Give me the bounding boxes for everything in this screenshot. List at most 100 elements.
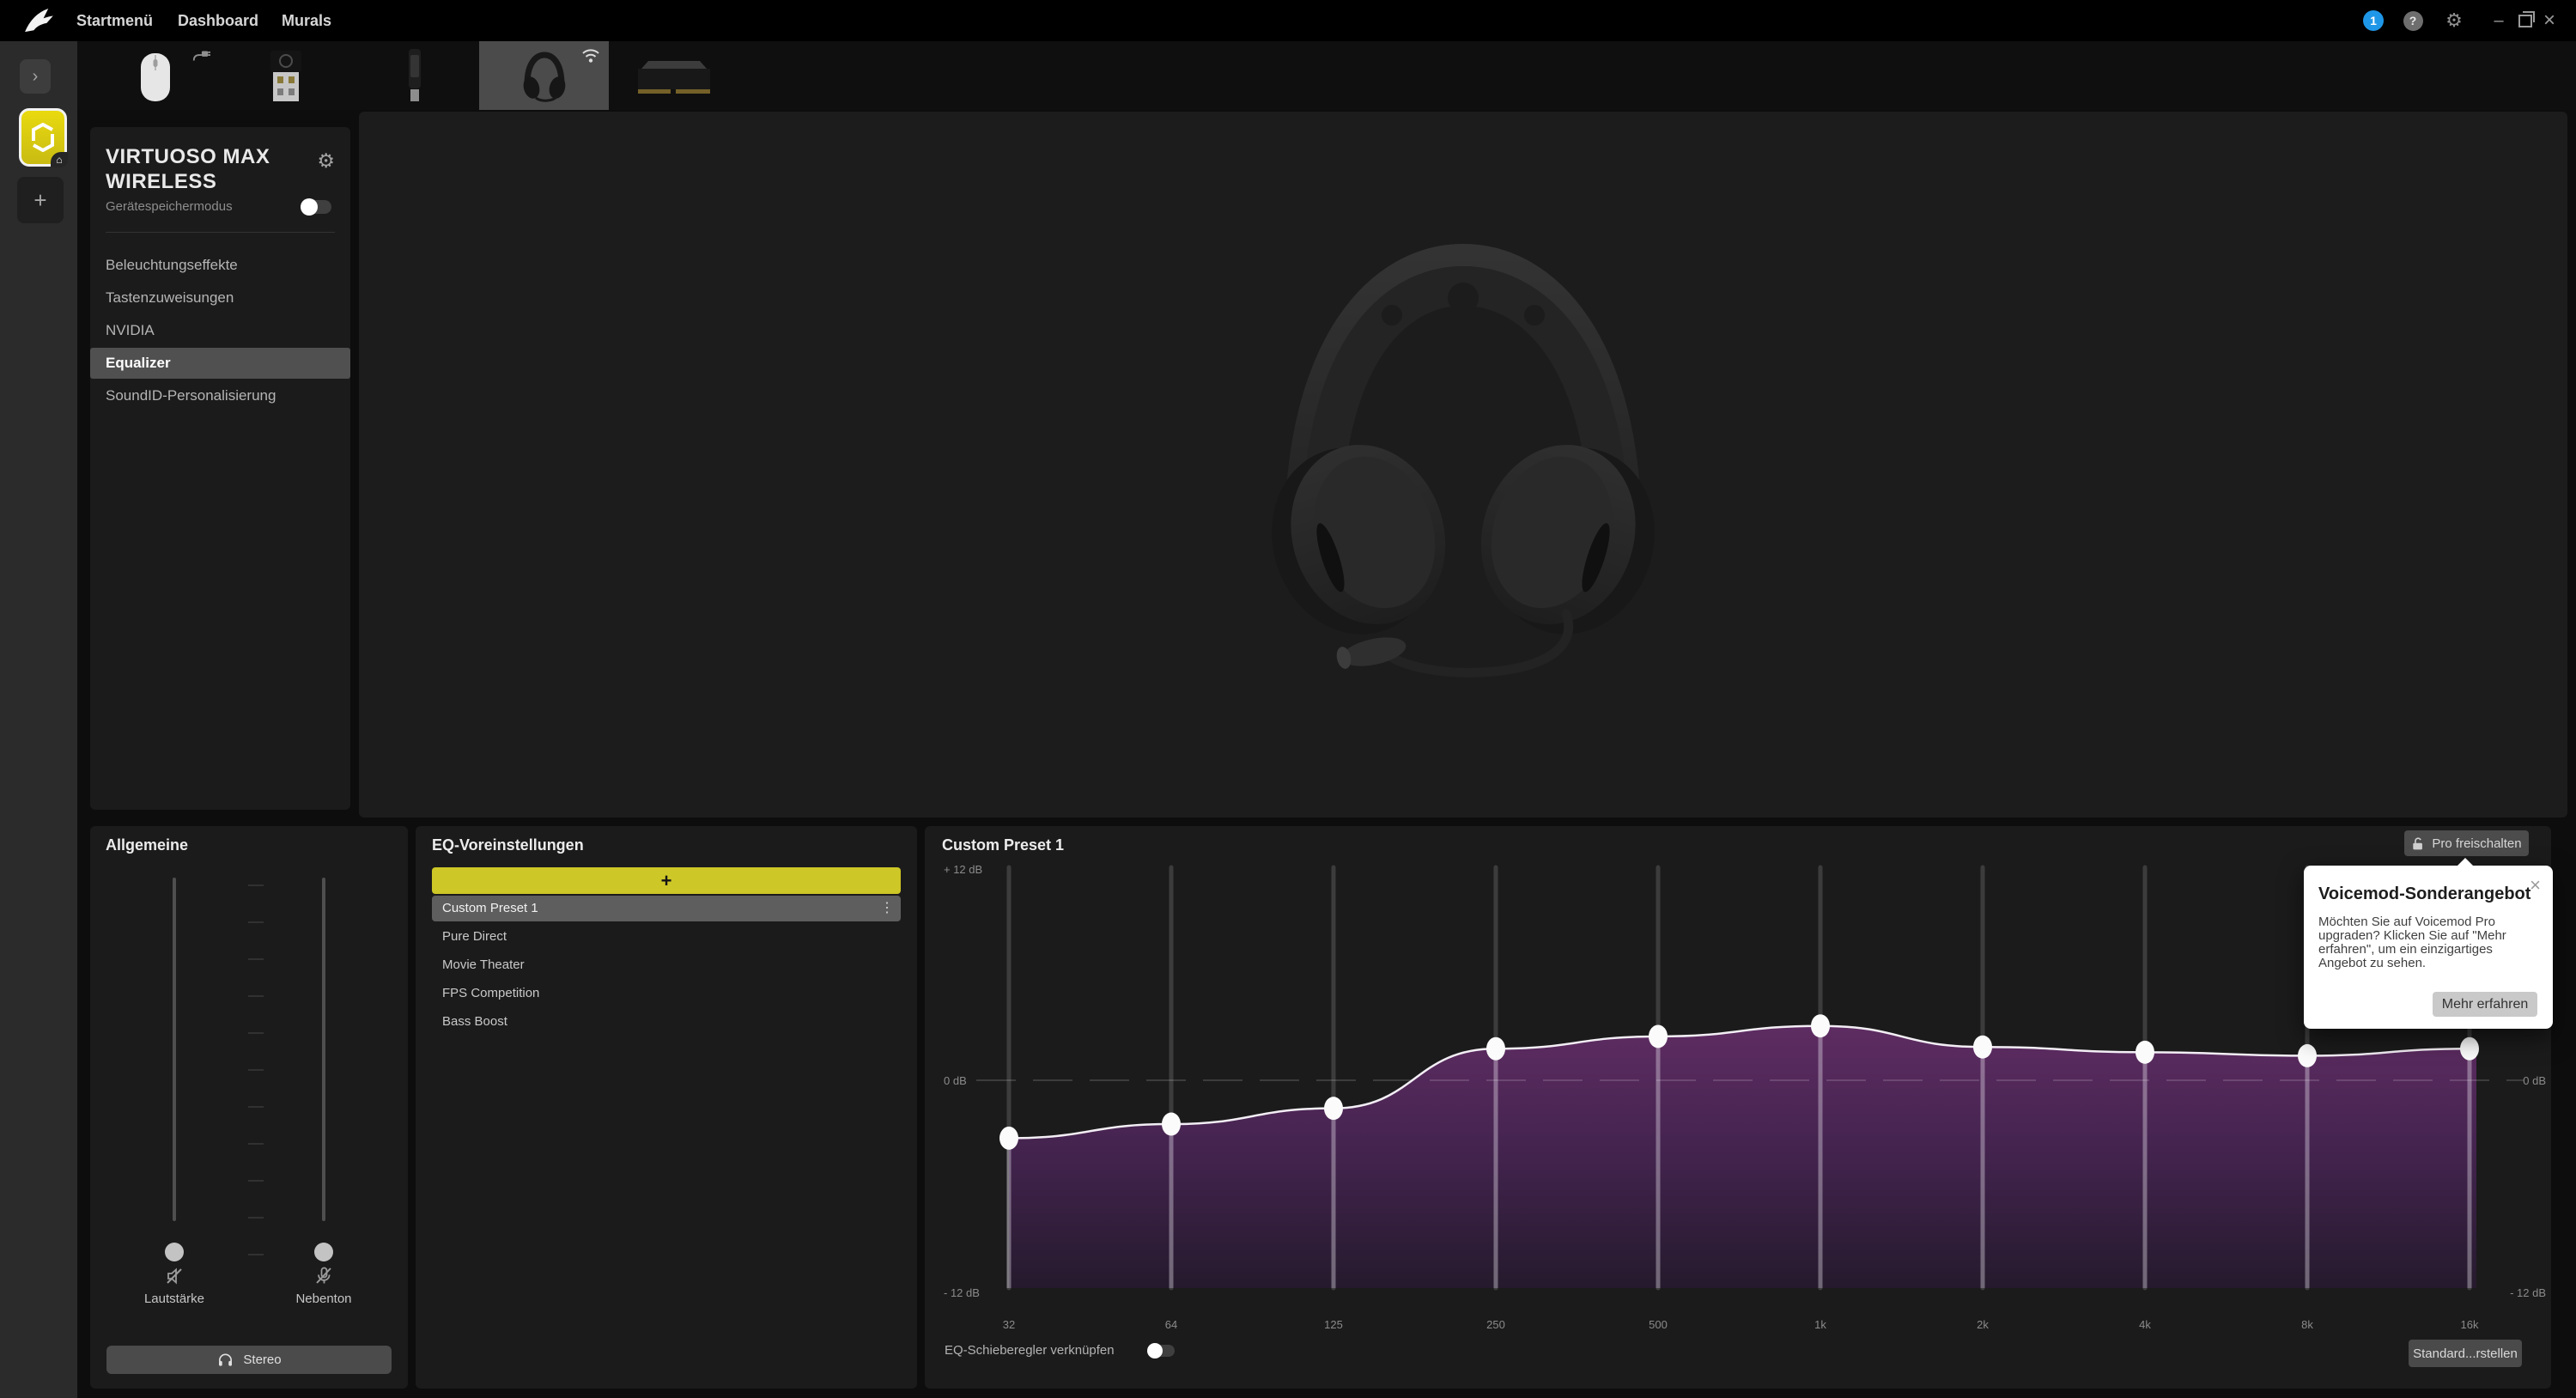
preset-row-pure-direct[interactable]: Pure Direct: [432, 924, 901, 950]
menu-murals[interactable]: Murals: [282, 0, 331, 41]
eq-freq-label: 250: [1486, 1318, 1505, 1331]
panel-title: Allgemeine: [106, 836, 189, 854]
settings-button[interactable]: ⚙: [2443, 0, 2465, 41]
slider-scale: [248, 884, 264, 1291]
eq-band-handle[interactable]: [2460, 1036, 2479, 1061]
link-sliders-toggle[interactable]: [1146, 1342, 1175, 1358]
sidetone-label: Nebenton: [295, 1292, 352, 1306]
device-settings-panel: VIRTUOSO MAX WIRELESS ⚙ Gerätespeichermo…: [90, 127, 350, 810]
learn-more-button[interactable]: Mehr erfahren: [2433, 992, 2537, 1017]
eq-band-handle[interactable]: [1973, 1035, 1992, 1059]
eq-freq-label: 8k: [2301, 1318, 2313, 1331]
add-preset-button[interactable]: +: [432, 867, 901, 894]
sidetone-slider-track[interactable]: [322, 878, 325, 1221]
expand-rail-button[interactable]: ›: [20, 59, 51, 94]
eq-axis-label: - 12 dB: [944, 1286, 980, 1299]
wired-connection-icon: [192, 51, 210, 61]
icue-window: Startmenü Dashboard Murals 1 ? ⚙ – × › ⌂…: [0, 0, 2576, 1398]
device-tab-usb-stick[interactable]: [349, 41, 479, 110]
mic-muted-icon: [316, 1267, 331, 1284]
corsair-logo-icon: [25, 8, 53, 33]
volume-slider-handle[interactable]: [165, 1243, 184, 1261]
device-tab-memory[interactable]: [609, 41, 738, 110]
profile-rail: › ⌂ +: [0, 41, 77, 1398]
eq-band-handle[interactable]: [1486, 1036, 1505, 1061]
eq-freq-label: 500: [1649, 1318, 1668, 1331]
add-profile-button[interactable]: +: [17, 177, 64, 223]
divider: [106, 232, 335, 233]
stereo-label: Stereo: [243, 1352, 282, 1367]
sidebar-item-equalizer[interactable]: Equalizer: [90, 348, 350, 379]
memory-module-icon: [638, 61, 710, 94]
eq-band-handle[interactable]: [1162, 1112, 1181, 1136]
device-tab-headset[interactable]: [479, 41, 609, 110]
eq-axis-label: 0 dB: [944, 1074, 967, 1087]
wireless-signal-icon: [582, 49, 599, 63]
eq-band-handle[interactable]: [999, 1126, 1018, 1150]
title-bar: Startmenü Dashboard Murals 1 ? ⚙ – ×: [0, 0, 2576, 41]
stereo-mode-button[interactable]: Stereo: [106, 1346, 392, 1374]
link-sliders-label: EQ-Schieberegler verknüpfen: [945, 1343, 1115, 1358]
preset-row-fps-competition[interactable]: FPS Competition: [432, 981, 901, 1006]
eq-axis-label: + 12 dB: [944, 863, 982, 876]
help-button[interactable]: ?: [2402, 0, 2424, 41]
toggle-knob: [301, 198, 318, 216]
menu-dashboard[interactable]: Dashboard: [178, 0, 258, 41]
sidetone-slider-handle[interactable]: [314, 1243, 333, 1261]
eq-band-handle[interactable]: [1811, 1014, 1830, 1038]
device-name: VIRTUOSO MAX WIRELESS: [106, 145, 270, 193]
volume-label: Lautstärke: [143, 1292, 205, 1306]
popup-body-text: Möchten Sie auf Voicemod Pro upgraden? K…: [2318, 915, 2506, 970]
eq-band-handle[interactable]: [1324, 1097, 1343, 1121]
eq-axis-label: - 12 dB: [2510, 1286, 2546, 1299]
headphones-icon: [219, 1353, 233, 1366]
eq-freq-label: 4k: [2139, 1318, 2151, 1331]
eq-axis-label: 0 dB: [2523, 1074, 2546, 1087]
device-gear-icon[interactable]: ⚙: [317, 149, 335, 173]
close-button[interactable]: ×: [2538, 0, 2561, 41]
sidebar-item-lighting[interactable]: Beleuchtungseffekte: [90, 250, 350, 281]
headset-icon: [523, 52, 566, 102]
profile-hexagon-icon: [32, 123, 54, 152]
link-sliders-row: EQ-Schieberegler verknüpfen: [945, 1342, 1175, 1358]
chevron-right-icon: ›: [32, 66, 39, 86]
restore-button[interactable]: [2514, 0, 2537, 41]
notification-badge[interactable]: 1: [2362, 0, 2385, 41]
minimize-button[interactable]: –: [2488, 0, 2510, 41]
popup-close-icon[interactable]: ×: [2530, 876, 2541, 895]
device-tab-mouse[interactable]: [90, 41, 220, 110]
preset-row-custom-1[interactable]: Custom Preset 1 ⋮: [432, 896, 901, 921]
eq-band-handle[interactable]: [1649, 1024, 1668, 1048]
plus-icon: +: [660, 869, 672, 891]
headset-product-image: [1272, 243, 1655, 678]
sidebar-item-nvidia[interactable]: NVIDIA: [90, 315, 350, 346]
eq-fill-area: [1009, 1025, 2476, 1288]
eq-freq-label: 64: [1165, 1318, 1177, 1331]
device-tab-wireless-dongle[interactable]: [220, 41, 349, 110]
usb-stick-icon: [409, 49, 421, 101]
eq-freq-label: 32: [1003, 1318, 1015, 1331]
preset-row-bass-boost[interactable]: Bass Boost: [432, 1009, 901, 1035]
sidebar-item-soundid[interactable]: SoundID-Personalisierung: [90, 380, 350, 411]
sidebar-item-keys[interactable]: Tastenzuweisungen: [90, 283, 350, 313]
panel-title: EQ-Voreinstellungen: [432, 836, 584, 854]
eq-band-handle[interactable]: [2298, 1043, 2317, 1067]
memory-mode-toggle[interactable]: [301, 198, 331, 216]
active-profile-tile[interactable]: ⌂: [19, 108, 68, 167]
popup-title: Voicemod-Sonderangebot: [2318, 884, 2531, 903]
eq-freq-label: 1k: [1814, 1318, 1826, 1331]
eq-freq-label: 16k: [2461, 1318, 2479, 1331]
gear-icon: ⚙: [2445, 9, 2463, 31]
device-tab-strip: [77, 41, 2576, 110]
preset-kebab-icon[interactable]: ⋮: [880, 896, 894, 921]
preset-row-movie-theater[interactable]: Movie Theater: [432, 952, 901, 978]
eq-band-handle[interactable]: [2136, 1040, 2154, 1064]
device-preview-panel: [359, 112, 2567, 818]
restore-defaults-button[interactable]: Standard...rstellen: [2409, 1340, 2522, 1367]
general-audio-panel: Allgemeine Lautstärke Nebenton Stereo: [90, 826, 408, 1389]
plus-icon: +: [33, 186, 47, 213]
wireless-dongle-icon: [270, 51, 301, 101]
menu-startmenu[interactable]: Startmenü: [76, 0, 153, 41]
close-icon: ×: [2543, 9, 2555, 32]
volume-slider-track[interactable]: [173, 878, 176, 1221]
